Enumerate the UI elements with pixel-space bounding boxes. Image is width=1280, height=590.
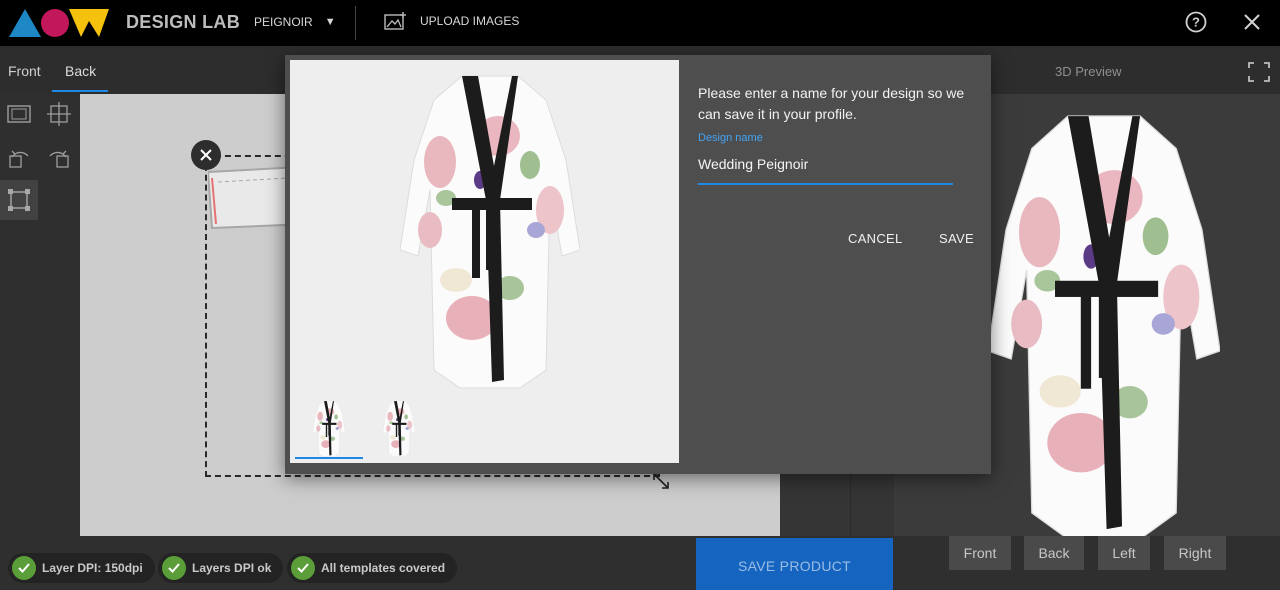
robe-3d-preview xyxy=(988,108,1220,536)
thumbnail-back[interactable] xyxy=(365,398,433,460)
tab-back[interactable]: Back xyxy=(65,46,96,92)
status-label: Layers DPI ok xyxy=(192,561,272,575)
product-dropdown-label: PEIGNOIR xyxy=(254,15,313,29)
resize-handle-icon[interactable] xyxy=(651,471,671,491)
save-design-dialog: Please enter a name for your design so w… xyxy=(285,55,991,474)
design-name-input[interactable] xyxy=(698,151,953,185)
thumbnail-front[interactable] xyxy=(295,398,363,460)
fullscreen-icon[interactable] xyxy=(1248,62,1270,82)
rotate-left-button[interactable] xyxy=(0,138,38,178)
upload-images-button[interactable]: UPLOAD IMAGES xyxy=(384,12,519,30)
status-badge: All templates covered xyxy=(287,553,458,583)
check-icon xyxy=(291,556,315,580)
cancel-button[interactable]: CANCEL xyxy=(848,231,903,246)
view-back-button[interactable]: Back xyxy=(1024,536,1084,570)
design-name-label: Design name xyxy=(698,132,763,144)
brand-title: DESIGN LAB xyxy=(126,12,241,32)
center-icon xyxy=(47,102,71,126)
dialog-message: Please enter a name for your design so w… xyxy=(698,85,965,122)
tab-front[interactable]: Front xyxy=(8,46,41,92)
status-badge: Layers DPI ok xyxy=(158,553,284,583)
help-icon[interactable]: ? xyxy=(1185,11,1207,33)
fill-template-button[interactable] xyxy=(0,180,38,220)
center-button[interactable] xyxy=(40,94,78,134)
robe-image xyxy=(400,70,580,396)
upload-images-label: UPLOAD IMAGES xyxy=(420,14,520,28)
robe-thumbnail xyxy=(383,400,415,458)
bottom-bar: Layer DPI: 150dpi Layers DPI ok All temp… xyxy=(0,536,1280,590)
design-preview-image xyxy=(290,60,679,463)
active-thumbnail-indicator xyxy=(295,457,363,459)
fit-frame-icon xyxy=(7,105,31,123)
divider xyxy=(355,6,356,40)
view-left-button[interactable]: Left xyxy=(1098,536,1150,570)
upload-image-icon xyxy=(384,12,406,30)
status-label: Layer DPI: 150dpi xyxy=(42,561,143,575)
check-icon xyxy=(162,556,186,580)
rotate-right-button[interactable] xyxy=(40,138,78,178)
close-icon[interactable] xyxy=(1243,13,1261,31)
remove-layer-button[interactable] xyxy=(191,140,221,170)
top-bar: DESIGN LAB PEIGNOIR ▼ UPLOAD IMAGES ? xyxy=(0,0,1280,46)
view-right-button[interactable]: Right xyxy=(1164,536,1226,570)
save-button[interactable]: SAVE xyxy=(939,231,974,246)
preview-title: 3D Preview xyxy=(1055,64,1122,79)
view-front-button[interactable]: Front xyxy=(949,536,1011,570)
active-tab-indicator xyxy=(52,90,108,92)
chevron-down-icon: ▼ xyxy=(324,16,336,28)
status-badge: Layer DPI: 150dpi xyxy=(8,553,155,583)
save-product-button[interactable]: SAVE PRODUCT xyxy=(696,538,893,590)
status-label: All templates covered xyxy=(321,561,446,575)
rotate-left-icon xyxy=(9,150,29,168)
fit-to-frame-button[interactable] xyxy=(0,94,38,134)
check-icon xyxy=(12,556,36,580)
rotate-right-icon xyxy=(49,150,69,168)
aow-logo-icon xyxy=(9,9,109,37)
robe-thumbnail xyxy=(313,400,345,458)
close-icon xyxy=(200,149,212,161)
product-dropdown[interactable]: PEIGNOIR ▼ xyxy=(254,15,336,29)
svg-text:?: ? xyxy=(1192,15,1200,30)
fill-template-icon xyxy=(8,189,30,211)
tool-sidebar xyxy=(0,94,80,536)
